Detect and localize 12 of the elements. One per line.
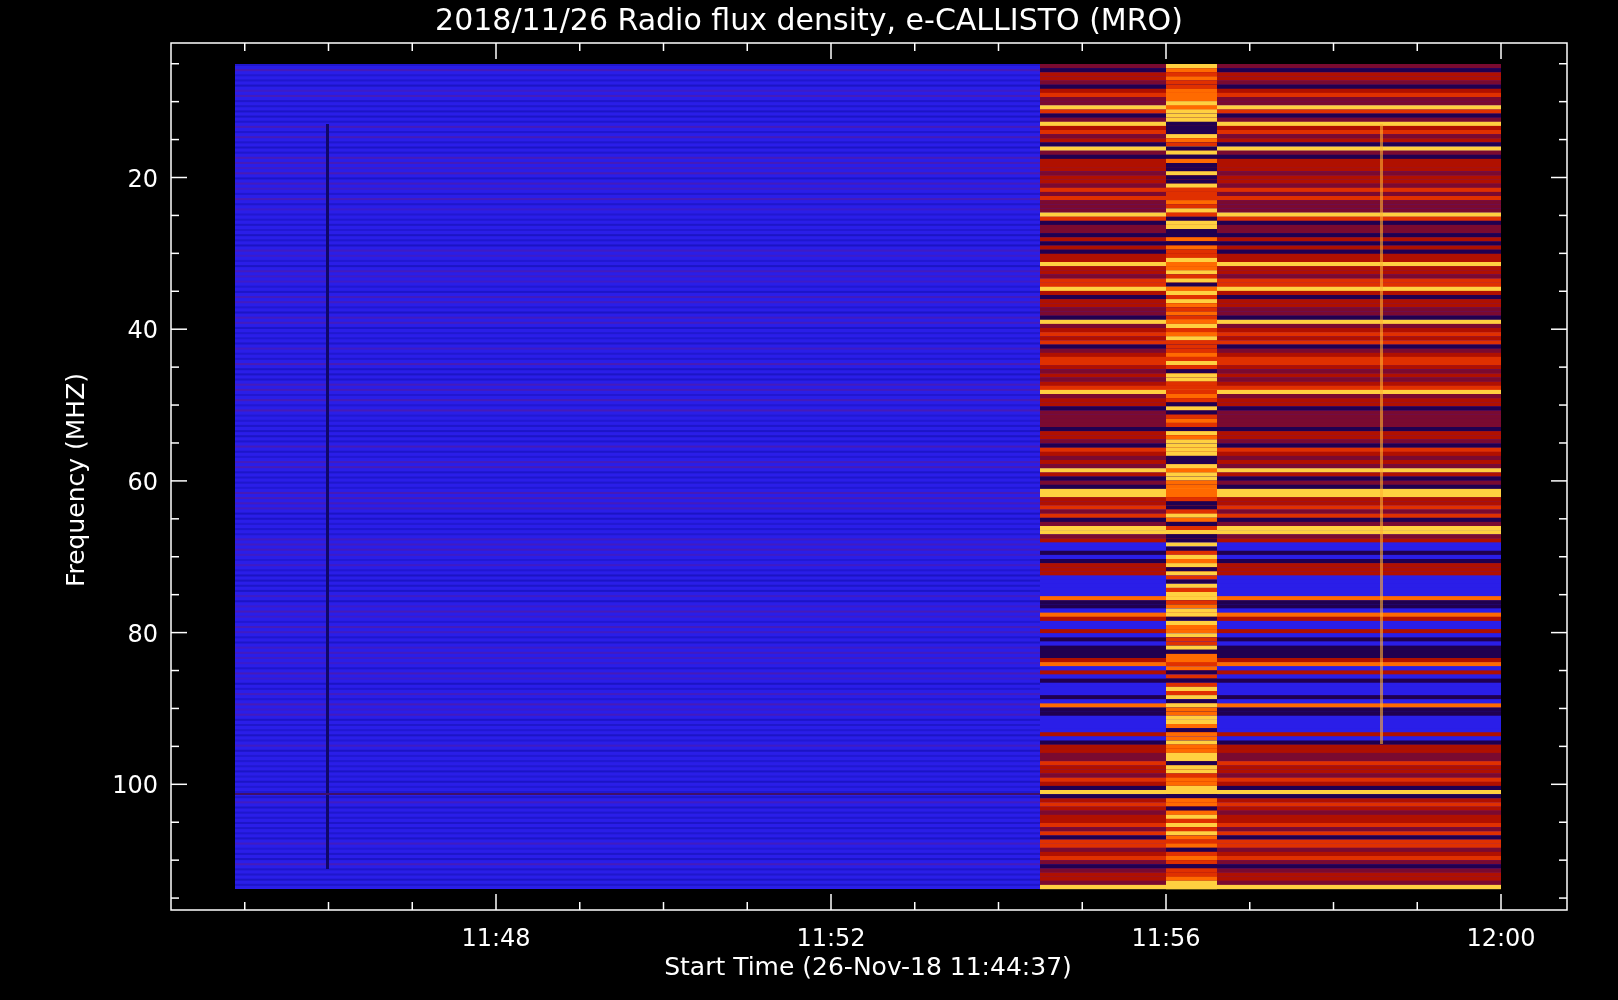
x-axis-label: Start Time (26-Nov-18 11:44:37) [664,952,1072,981]
y-tick-label: 100 [112,771,158,800]
y-tick-label: 60 [127,467,158,496]
x-tick-label: 11:52 [796,924,866,952]
x-tick-label: 12:00 [1466,924,1536,952]
x-tick-label: 11:48 [461,924,531,952]
y-tick-label: 40 [127,316,158,345]
chart-title: 2018/11/26 Radio flux density, e-CALLISTO (MRO) [435,2,1183,37]
x-tick-label: 11:56 [1131,924,1201,952]
y-tick-label: 80 [127,619,158,648]
y-axis-label: Frequency (MHZ) [61,372,90,588]
y-tick-label: 20 [127,164,158,193]
